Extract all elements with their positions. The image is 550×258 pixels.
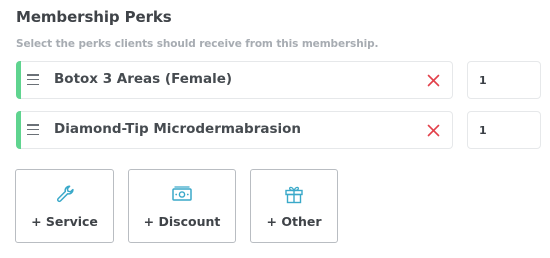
remove-icon[interactable] — [427, 74, 440, 87]
drag-handle-icon[interactable] — [27, 124, 39, 136]
section-subtitle: Select the perks clients should receive … — [16, 38, 379, 50]
add-other-label: + Other — [266, 214, 322, 229]
perk-name: Botox 3 Areas (Female) — [54, 71, 233, 87]
drag-handle-icon[interactable] — [27, 74, 39, 86]
perk-row[interactable]: Diamond-Tip Microdermabrasion — [16, 111, 453, 149]
add-discount-button[interactable]: + Discount — [128, 169, 236, 243]
remove-icon[interactable] — [427, 124, 440, 137]
add-service-button[interactable]: + Service — [15, 169, 114, 243]
add-discount-label: + Discount — [143, 214, 221, 229]
gift-icon — [285, 186, 303, 204]
money-icon — [172, 186, 192, 201]
add-service-label: + Service — [31, 214, 98, 229]
section-title: Membership Perks — [16, 8, 172, 26]
perk-row[interactable]: Botox 3 Areas (Female) — [16, 61, 453, 99]
perk-name: Diamond-Tip Microdermabrasion — [54, 121, 302, 137]
quantity-input[interactable] — [467, 61, 541, 99]
wrench-icon — [56, 185, 74, 203]
add-other-button[interactable]: + Other — [250, 169, 338, 243]
quantity-input[interactable] — [467, 111, 541, 149]
